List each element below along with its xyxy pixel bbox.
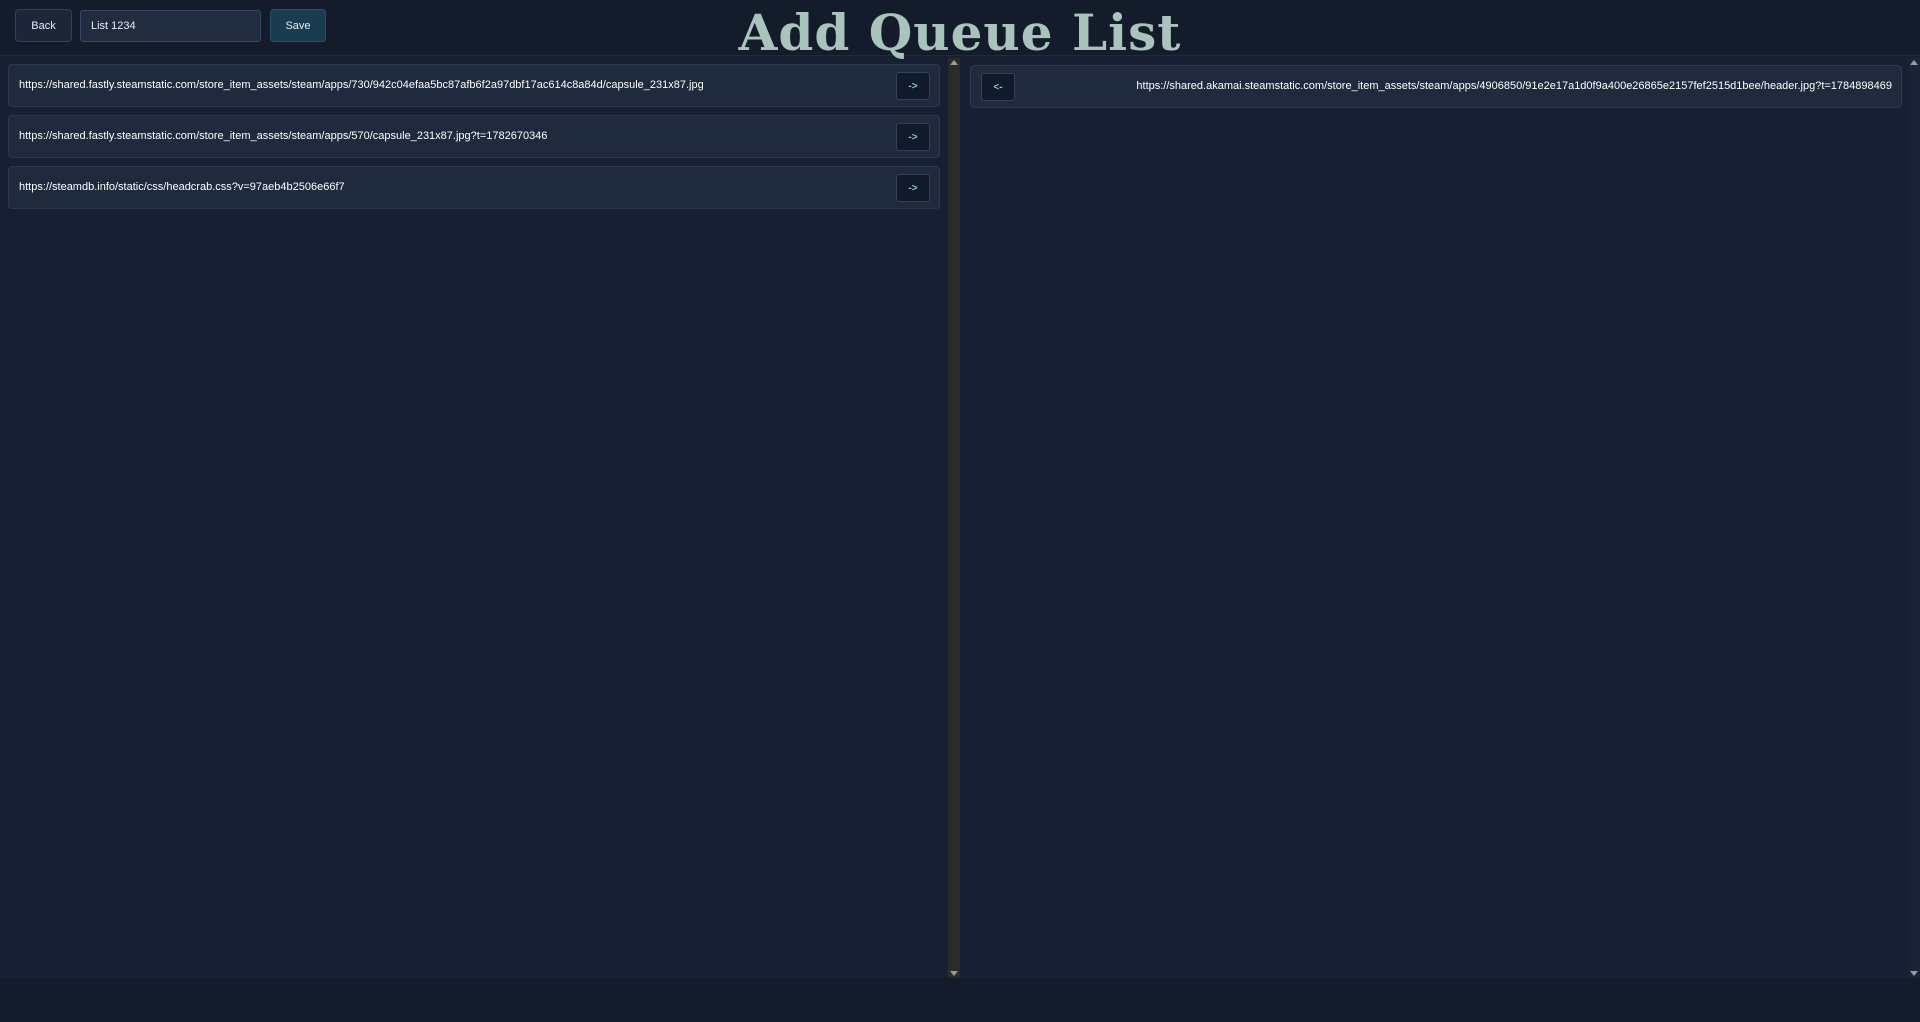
item-url: https://shared.fastly.steamstatic.com/st… — [19, 79, 704, 91]
available-list-panel: https://shared.fastly.steamstatic.com/st… — [0, 58, 948, 978]
footer-bar — [0, 978, 1920, 1022]
available-list-scrollbar[interactable] — [948, 58, 960, 978]
scroll-up-arrow-icon[interactable] — [1910, 60, 1918, 65]
add-to-queue-button[interactable]: -> — [896, 72, 930, 100]
remove-from-queue-button[interactable]: <- — [981, 73, 1015, 101]
queue-list-panel: <- https://shared.akamai.steamstatic.com… — [960, 58, 1908, 978]
available-list-item: https://steamdb.info/static/css/headcrab… — [8, 166, 940, 209]
add-to-queue-button[interactable]: -> — [896, 123, 930, 151]
top-bar: Back Save Add Queue List — [0, 0, 1920, 62]
page-title: Add Queue List — [738, 3, 1182, 62]
available-list-item: https://shared.fastly.steamstatic.com/st… — [8, 115, 940, 158]
item-url: https://shared.akamai.steamstatic.com/st… — [1136, 80, 1892, 92]
scroll-down-arrow-icon[interactable] — [1910, 971, 1918, 976]
item-url: https://shared.fastly.steamstatic.com/st… — [19, 130, 548, 142]
add-to-queue-button[interactable]: -> — [896, 174, 930, 202]
scroll-down-arrow-icon[interactable] — [950, 971, 958, 976]
queue-list-item: <- https://shared.akamai.steamstatic.com… — [970, 65, 1902, 108]
item-url: https://steamdb.info/static/css/headcrab… — [19, 181, 345, 193]
scroll-up-arrow-icon[interactable] — [950, 60, 958, 65]
available-list-item: https://shared.fastly.steamstatic.com/st… — [8, 64, 940, 107]
queue-list-scrollbar[interactable] — [1908, 58, 1920, 978]
